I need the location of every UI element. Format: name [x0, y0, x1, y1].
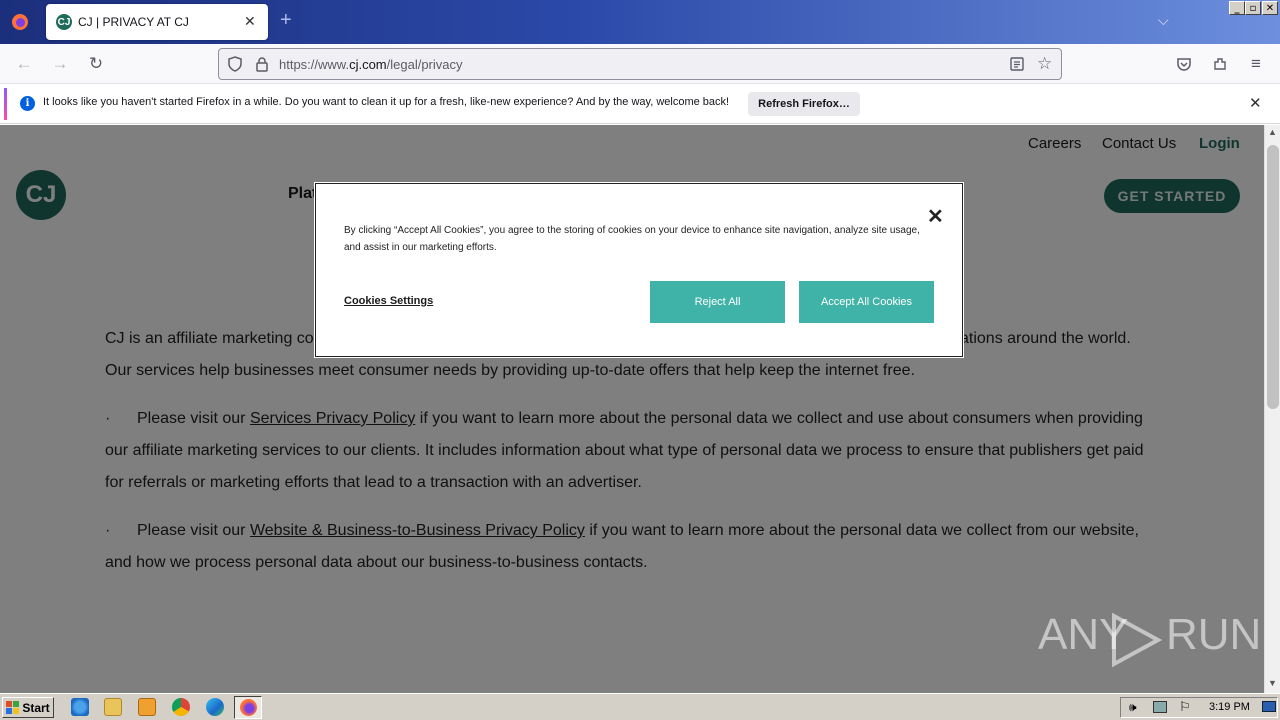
media-player-icon[interactable] [138, 698, 156, 716]
show-desktop-icon[interactable] [1262, 701, 1276, 712]
bookmark-star-icon[interactable]: ☆ [1037, 54, 1052, 74]
forward-arrow-icon[interactable]: → [48, 52, 72, 76]
notification-message: It looks like you haven't started Firefo… [43, 96, 730, 108]
notification-accent [4, 88, 7, 120]
lock-icon[interactable] [255, 56, 269, 77]
extensions-icon[interactable] [1208, 52, 1232, 76]
vertical-scrollbar[interactable]: ▲ ▼ [1264, 125, 1280, 693]
cj-favicon-icon: CJ [56, 14, 72, 30]
tab-privacy[interactable]: CJ CJ | PRIVACY AT CJ ✕ [46, 4, 268, 40]
start-button[interactable]: Start [2, 697, 54, 718]
reader-view-icon[interactable] [1009, 56, 1025, 77]
close-window-button[interactable]: ✕ [1262, 1, 1278, 15]
navigation-toolbar: ← → ↻ https://www.cj.com/legal/privacy ☆… [0, 44, 1280, 84]
firefox-logo-icon[interactable] [0, 0, 40, 44]
windows-flag-icon [6, 700, 20, 714]
cookie-consent-dialog: ✕ By clicking “Accept All Cookies”, you … [315, 183, 963, 357]
system-tray: 🕪 ⚐ 3:19 PM [1120, 697, 1278, 718]
watermark-text-run: RUN [1166, 610, 1262, 659]
anyrun-watermark: ANY RUN [1038, 610, 1261, 670]
play-logo-icon [1112, 612, 1163, 668]
reject-all-button[interactable]: Reject All [650, 281, 785, 323]
flag-icon[interactable]: ⚐ [1179, 699, 1191, 715]
scroll-up-icon[interactable]: ▲ [1268, 127, 1277, 137]
refresh-firefox-button[interactable]: Refresh Firefox… [748, 92, 860, 116]
tab-close-icon[interactable]: ✕ [244, 13, 256, 30]
web-page: CJ Careers Contact Us Login GET STARTED … [0, 125, 1264, 693]
file-explorer-icon[interactable] [104, 698, 122, 716]
cookies-settings-link[interactable]: Cookies Settings [344, 295, 433, 307]
back-arrow-icon[interactable]: ← [12, 52, 36, 76]
tab-strip: CJ CJ | PRIVACY AT CJ ✕ + ⌵ _ ▫ ✕ [0, 0, 1280, 44]
notification-bar: i It looks like you haven't started Fire… [0, 84, 1280, 124]
url-text[interactable]: https://www.cj.com/legal/privacy [279, 57, 463, 72]
scrollbar-thumb[interactable] [1267, 145, 1279, 409]
restore-button[interactable]: ▫ [1245, 1, 1261, 15]
list-all-tabs-icon[interactable]: ⌵ [1158, 12, 1169, 29]
network-icon[interactable] [1153, 701, 1167, 713]
firefox-taskbar-button[interactable] [234, 696, 262, 719]
close-icon[interactable]: ✕ [927, 204, 944, 229]
internet-explorer-icon[interactable] [71, 698, 89, 716]
new-tab-button[interactable]: + [280, 10, 292, 30]
address-bar[interactable]: https://www.cj.com/legal/privacy ☆ [218, 48, 1062, 80]
volume-icon[interactable]: 🕪 [1129, 700, 1137, 715]
pocket-icon[interactable] [1172, 52, 1196, 76]
tab-title: CJ | PRIVACY AT CJ [78, 15, 189, 29]
notification-close-icon[interactable]: ✕ [1249, 94, 1262, 112]
taskbar: Start 🕪 ⚐ 3:19 PM [0, 693, 1280, 720]
edge-icon[interactable] [206, 698, 224, 716]
shield-icon[interactable] [227, 56, 243, 77]
firefox-icon [240, 699, 257, 716]
minimize-button[interactable]: _ [1229, 1, 1245, 15]
cookie-consent-text: By clicking “Accept All Cookies”, you ag… [344, 225, 920, 253]
chrome-icon[interactable] [172, 698, 190, 716]
scroll-down-icon[interactable]: ▼ [1268, 678, 1277, 688]
hamburger-menu-icon[interactable]: ≡ [1244, 52, 1268, 76]
reload-icon[interactable]: ↻ [84, 52, 108, 76]
accept-all-cookies-button[interactable]: Accept All Cookies [799, 281, 934, 323]
info-icon: i [20, 96, 35, 111]
clock[interactable]: 3:19 PM [1209, 701, 1250, 713]
